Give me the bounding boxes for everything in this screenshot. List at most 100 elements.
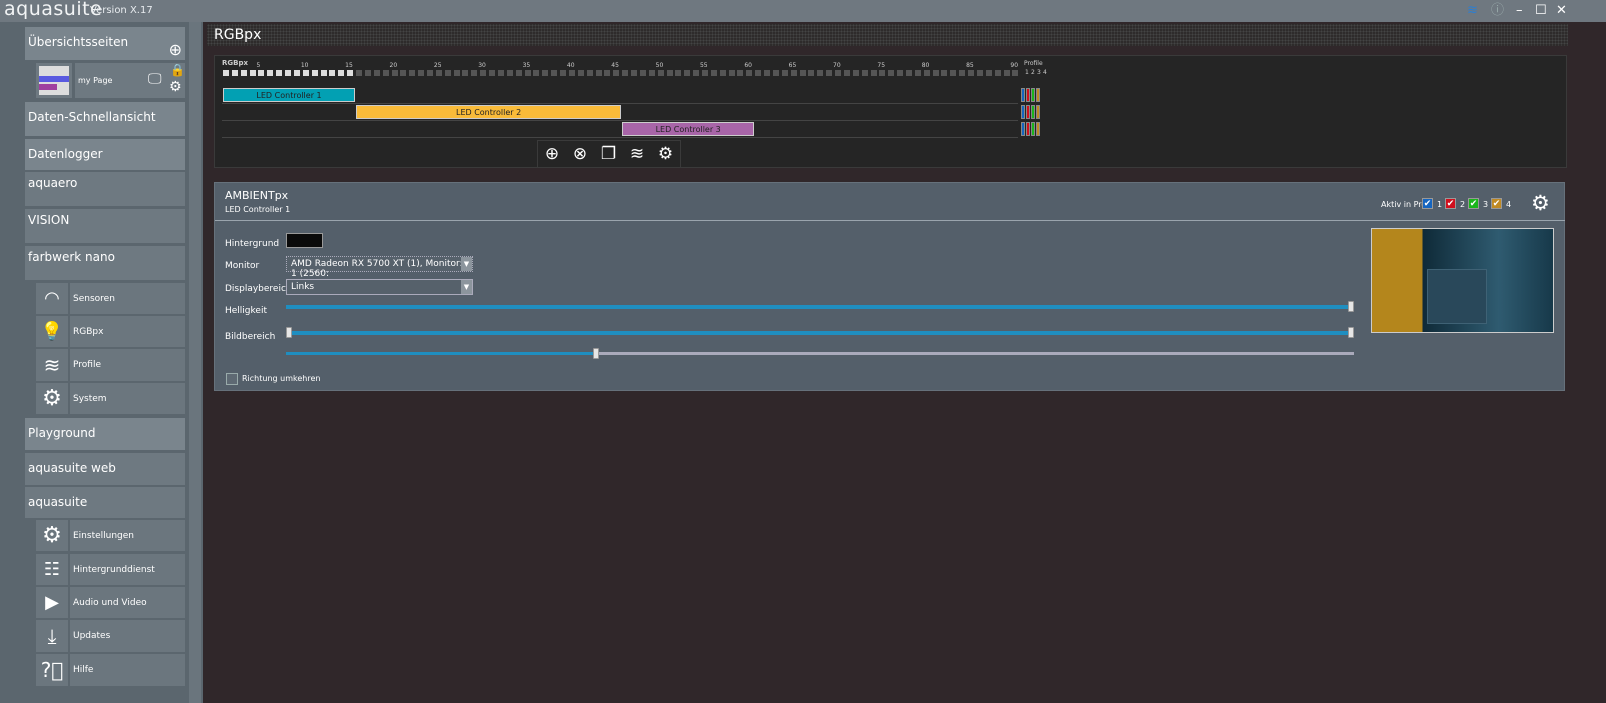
led-square[interactable] [515,70,522,76]
profile-indicator[interactable] [1026,122,1030,136]
video-icon[interactable]: ▶ [36,587,68,618]
led-square[interactable] [347,70,354,76]
led-square[interactable] [666,70,673,76]
sidebar-item-audio-video[interactable]: Audio und Video [70,587,185,618]
led-square[interactable] [817,70,824,76]
led-square[interactable] [710,70,717,76]
led-square[interactable] [1012,70,1019,76]
led-square[interactable] [489,70,496,76]
sidebar-item-playground[interactable]: Playground [25,418,185,450]
profile-indicator[interactable] [1021,122,1025,136]
led-square[interactable] [843,70,850,76]
profile-indicator[interactable] [1036,105,1040,119]
led-square[interactable] [240,70,247,76]
service-list-icon[interactable]: ☷ [36,554,68,585]
image-area-offset-slider[interactable] [286,348,1354,360]
led-square[interactable] [223,70,229,76]
led-square[interactable] [728,70,735,76]
led-square[interactable] [276,70,283,76]
led-square[interactable] [320,70,327,76]
gear-icon[interactable]: ⚙ [1531,191,1550,215]
led-square[interactable] [542,70,549,76]
led-square[interactable] [258,70,265,76]
led-square[interactable] [639,70,646,76]
led-controller-bar[interactable]: LED Controller 2 [356,105,622,119]
led-square[interactable] [471,70,478,76]
led-square[interactable] [897,70,904,76]
slider-thumb-end[interactable] [1348,327,1354,338]
display-area-select[interactable]: Links ▼ [286,279,473,295]
lightbulb-icon[interactable]: 💡 [36,316,68,347]
led-square[interactable] [595,70,602,76]
led-square[interactable] [622,70,629,76]
led-square[interactable] [329,70,336,76]
led-square[interactable] [577,70,584,76]
led-square[interactable] [586,70,593,76]
led-square[interactable] [560,70,567,76]
led-square[interactable] [568,70,575,76]
sidebar-item-daten-schnellansicht[interactable]: Daten-Schnellansicht [25,102,185,136]
help-icon[interactable]: ?⃝ [36,654,68,686]
led-square[interactable] [923,70,930,76]
led-square[interactable] [870,70,877,76]
led-square[interactable] [364,70,371,76]
profile-indicator[interactable] [1031,105,1035,119]
led-square[interactable] [985,70,992,76]
monitor-select[interactable]: AMD Radeon RX 5700 XT (1), Monitor: 1 (2… [286,256,473,279]
led-square[interactable] [231,70,238,76]
sidebar-item-aquaero[interactable]: aquaero [25,172,185,206]
led-square[interactable] [311,70,318,76]
led-square[interactable] [551,70,558,76]
led-square[interactable] [755,70,762,76]
sidebar-item-hilfe[interactable]: Hilfe [70,654,185,686]
download-icon[interactable]: ⤓ [36,620,68,652]
sidebar-item-datenlogger[interactable]: Datenlogger [25,139,185,170]
led-square[interactable] [613,70,620,76]
led-controller-bar[interactable]: LED Controller 3 [622,122,755,136]
led-square[interactable] [506,70,513,76]
led-square[interactable] [675,70,682,76]
led-square[interactable] [959,70,966,76]
led-controller-bar[interactable]: LED Controller 1 [223,88,356,102]
led-square[interactable] [373,70,380,76]
sidebar-item-my-page[interactable]: my Page 🖵 🔒 ⚙ [75,63,185,98]
sidebar-item-profile[interactable]: Profile [70,349,185,381]
led-square[interactable] [302,70,309,76]
led-square[interactable] [764,70,771,76]
minimize-button[interactable]: – [1516,3,1523,19]
image-area-range-slider[interactable] [286,327,1354,339]
led-square[interactable] [746,70,753,76]
sidebar-item-rgbpx[interactable]: RGBpx [70,316,185,347]
sidebar-item-updates[interactable]: Updates [70,620,185,652]
profile-indicator[interactable] [1026,88,1030,102]
led-square[interactable] [950,70,957,76]
led-square[interactable] [400,70,407,76]
layers-icon[interactable]: ≋ [630,144,644,164]
gear-icon[interactable]: ⚙ [36,520,68,551]
slider-thumb[interactable] [1348,301,1354,312]
duplicate-icon[interactable]: ❐ [601,144,616,164]
layers-icon[interactable]: ≋ [1467,3,1478,19]
led-square[interactable] [693,70,700,76]
led-square[interactable] [382,70,389,76]
sidebar-item-sensoren[interactable]: Sensoren [70,283,185,314]
led-square[interactable] [648,70,655,76]
led-square[interactable] [418,70,425,76]
layers-icon[interactable]: ≋ [36,349,68,381]
reverse-checkbox[interactable] [226,373,238,385]
led-square[interactable] [356,70,363,76]
led-square[interactable] [524,70,531,76]
led-square[interactable] [719,70,726,76]
profile-indicator[interactable] [1031,88,1035,102]
sidebar-item-farbwerk-nano[interactable]: farbwerk nano [25,246,185,280]
led-square[interactable] [737,70,744,76]
led-square[interactable] [772,70,779,76]
led-square[interactable] [852,70,859,76]
sidebar-scrollbar[interactable] [189,22,201,703]
led-square[interactable] [1003,70,1010,76]
sidebar-item-overview[interactable]: Übersichtsseiten ⊕ [25,27,185,60]
page-thumbnail[interactable] [36,63,72,98]
led-square[interactable] [604,70,611,76]
profile-indicator[interactable] [1021,105,1025,119]
brightness-slider[interactable] [286,301,1354,313]
